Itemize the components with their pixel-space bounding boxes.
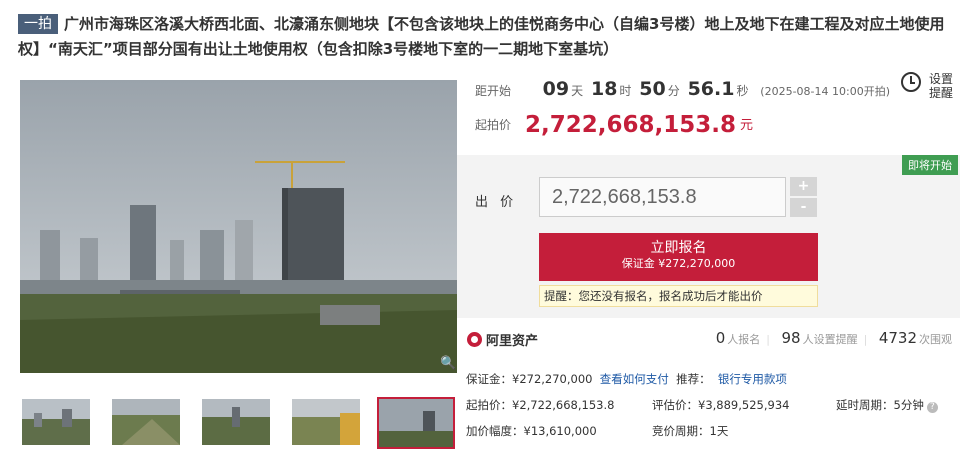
auction-round-badge: 一拍 bbox=[18, 14, 58, 34]
reminder-label-2: 提醒 bbox=[929, 86, 954, 100]
thumbnail-5-selected[interactable] bbox=[377, 397, 455, 449]
thumbnail-2[interactable] bbox=[112, 399, 180, 445]
deposit-info: 保证金：¥272,270,000 bbox=[466, 372, 593, 386]
bid-label: 出 价 bbox=[475, 195, 518, 210]
stats-bar: 阿里资产 0 人报名 | 98 人设置提醒 | 4732 次围观 bbox=[457, 325, 960, 355]
countdown: 距开始 09 天 18 时 50 分 56.1 秒 (2025-08-14 10:00开… bbox=[475, 78, 890, 100]
delay-info: 延时周期：5分钟? bbox=[836, 397, 938, 413]
page-title: 一拍 广州市海珠区洛溪大桥西北面、北濠涌东侧地块【不包含该地块上的佳悦商务中心（自… bbox=[18, 12, 953, 62]
ali-assets-logo-text: 阿里资产 bbox=[486, 334, 539, 349]
reminder-count: 98 bbox=[781, 329, 801, 347]
increase-bid-button[interactable]: + bbox=[790, 177, 817, 196]
ali-assets-logo-icon bbox=[467, 332, 482, 347]
bid-amount-input[interactable]: 2,722,668,153.8 bbox=[539, 177, 786, 217]
countdown-label: 距开始 bbox=[475, 84, 512, 98]
decrease-bid-button[interactable]: - bbox=[790, 198, 817, 217]
status-badge: 即将开始 bbox=[902, 155, 958, 175]
start-price-info: 起拍价：¥2,722,668,153.8 bbox=[466, 398, 615, 412]
countdown-days: 09 bbox=[542, 78, 570, 100]
signup-button[interactable]: 立即报名 保证金 ¥272,270,000 bbox=[539, 233, 818, 281]
start-price-label: 起拍价 bbox=[475, 118, 512, 132]
signup-count: 0 bbox=[715, 329, 726, 347]
thumbnail-1[interactable] bbox=[22, 399, 90, 445]
zoom-icon[interactable]: 🔍 bbox=[440, 356, 456, 371]
reminder-count-label: 人设置提醒 bbox=[802, 333, 858, 346]
ali-assets-logo: 阿里资产 bbox=[467, 330, 538, 349]
start-time-note: (2025-08-14 10:00开拍) bbox=[760, 85, 891, 98]
view-count: 4732 bbox=[878, 329, 917, 347]
thumbnail-strip bbox=[22, 397, 457, 449]
countdown-hours-unit: 时 bbox=[619, 84, 632, 98]
start-price-value: 2,722,668,153.8 bbox=[525, 112, 737, 138]
listing-title-text: 广州市海珠区洛溪大桥西北面、北濠涌东侧地块【不包含该地块上的佳悦商务中心（自编3… bbox=[18, 15, 945, 58]
bid-panel: 即将开始 出 价 2,722,668,153.8 + - 立即报名 保证金 ¥2… bbox=[457, 155, 960, 318]
countdown-seconds-unit: 秒 bbox=[736, 84, 749, 98]
signup-count-label: 人报名 bbox=[727, 333, 761, 346]
countdown-seconds: 56.1 bbox=[687, 78, 735, 100]
recommend-label: 推荐： bbox=[676, 372, 711, 386]
delay-info-text: 延时周期：5分钟 bbox=[836, 398, 924, 412]
stat-counts: 0 人报名 | 98 人设置提醒 | 4732 次围观 bbox=[715, 329, 952, 347]
countdown-minutes-unit: 分 bbox=[667, 84, 680, 98]
bid-cycle-info: 竞价周期：1天 bbox=[652, 424, 729, 438]
countdown-days-unit: 天 bbox=[571, 84, 584, 98]
signup-deposit-label: 保证金 ¥272,270,000 bbox=[621, 257, 736, 270]
signup-tip: 提醒：您还没有报名，报名成功后才能出价 bbox=[539, 285, 818, 307]
signup-button-label: 立即报名 bbox=[650, 240, 707, 256]
start-price-row: 起拍价 2,722,668,153.8 元 bbox=[475, 112, 753, 138]
how-to-pay-link[interactable]: 查看如何支付 bbox=[600, 372, 669, 386]
increment-info: 加价幅度：¥13,610,000 bbox=[466, 424, 597, 438]
bank-loan-link[interactable]: 银行专用款项 bbox=[718, 372, 787, 386]
reminder-label-1: 设置 bbox=[929, 72, 954, 86]
view-count-label: 次围观 bbox=[919, 333, 952, 346]
thumbnail-4[interactable] bbox=[292, 399, 360, 445]
main-photo[interactable] bbox=[20, 80, 457, 373]
countdown-minutes: 50 bbox=[639, 78, 666, 100]
thumbnail-3[interactable] bbox=[202, 399, 270, 445]
appraisal-info: 评估价：¥3,889,525,934 bbox=[652, 398, 790, 412]
deposit-row: 保证金：¥272,270,000 查看如何支付 推荐： 银行专用款项 bbox=[466, 371, 787, 387]
countdown-hours: 18 bbox=[590, 78, 618, 100]
help-icon[interactable]: ? bbox=[926, 402, 938, 413]
start-price-unit: 元 bbox=[740, 118, 754, 133]
alarm-clock-icon bbox=[901, 72, 921, 92]
